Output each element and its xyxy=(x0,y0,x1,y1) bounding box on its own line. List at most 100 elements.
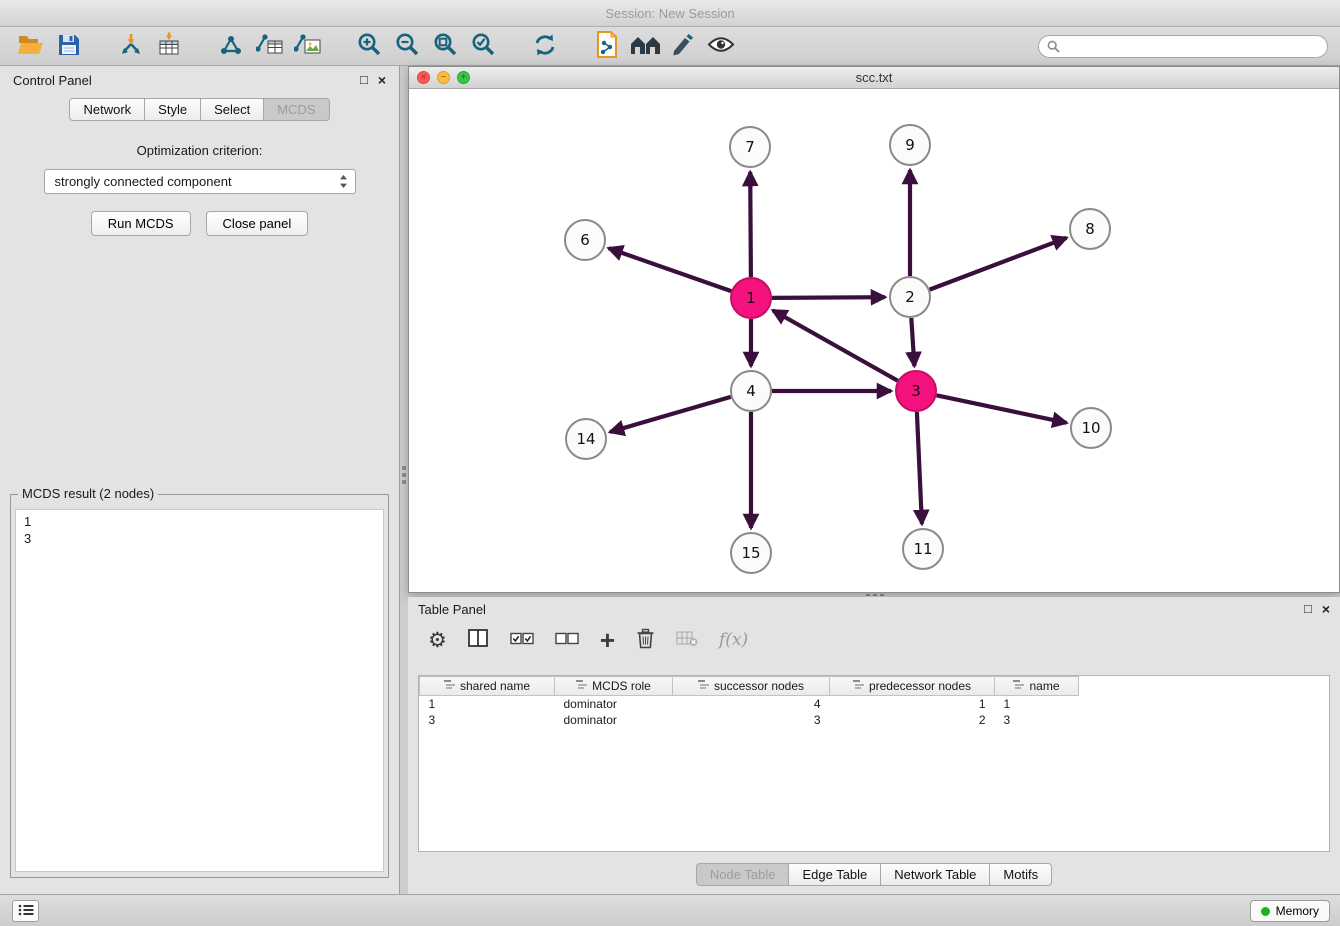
share-network-button[interactable] xyxy=(212,30,250,62)
annotations-button[interactable] xyxy=(664,30,702,62)
open-file-button[interactable] xyxy=(12,30,50,62)
zoom-out-icon xyxy=(395,32,420,60)
graph-edge-1-6[interactable] xyxy=(609,248,732,291)
column-header-shared-name[interactable]: shared name xyxy=(420,677,555,696)
splitter-handle-icon xyxy=(866,594,870,596)
apply-layout-button[interactable] xyxy=(626,30,664,62)
unselect-all-columns-button[interactable] xyxy=(555,632,579,648)
tab-mcds[interactable]: MCDS xyxy=(263,98,329,121)
result-item[interactable]: 1 xyxy=(24,513,375,530)
graph-node-7[interactable]: 7 xyxy=(730,127,770,167)
import-table-button[interactable] xyxy=(150,30,188,62)
import-network-button[interactable] xyxy=(112,30,150,62)
table-cell[interactable]: 1 xyxy=(995,696,1079,712)
panel-list-button[interactable] xyxy=(12,900,39,922)
zoom-selected-button[interactable] xyxy=(464,30,502,62)
optimization-criterion-select[interactable]: strongly connected component xyxy=(44,169,356,194)
maximize-window-icon[interactable]: + xyxy=(457,71,470,84)
svg-text:6: 6 xyxy=(580,231,590,249)
graph-node-4[interactable]: 4 xyxy=(731,371,771,411)
svg-text:2: 2 xyxy=(905,288,915,306)
chevron-up-down-icon xyxy=(339,174,348,189)
run-mcds-button[interactable]: Run MCDS xyxy=(91,211,191,236)
close-window-icon[interactable]: × xyxy=(417,71,430,84)
graph-edge-1-7[interactable] xyxy=(750,172,751,277)
refresh-layout-button[interactable] xyxy=(526,30,564,62)
control-panel-close-button[interactable]: × xyxy=(378,73,386,87)
tab-select[interactable]: Select xyxy=(200,98,264,121)
graph-node-2[interactable]: 2 xyxy=(890,277,930,317)
eye-icon xyxy=(707,35,735,57)
zoom-in-button[interactable] xyxy=(350,30,388,62)
control-panel-float-button[interactable]: □ xyxy=(360,73,368,87)
table-cell[interactable]: 2 xyxy=(830,712,995,728)
table-cell[interactable]: 3 xyxy=(673,712,830,728)
table-row[interactable]: 1dominator411 xyxy=(420,696,1079,712)
column-header-predecessor-nodes[interactable]: predecessor nodes xyxy=(830,677,995,696)
network-window-titlebar[interactable]: × − + scc.txt xyxy=(409,67,1339,89)
table-cell[interactable]: dominator xyxy=(555,696,673,712)
minimize-window-icon[interactable]: − xyxy=(437,71,450,84)
search-input[interactable] xyxy=(1038,35,1328,58)
graph-node-8[interactable]: 8 xyxy=(1070,209,1110,249)
network-view-window: × − + scc.txt 7 9 6 8 1 2 4 3 14 10 15 11 xyxy=(408,66,1340,593)
graph-edge-4-14[interactable] xyxy=(610,397,731,432)
mcds-result-list[interactable]: 13 xyxy=(15,509,384,872)
table-panel-close-button[interactable]: × xyxy=(1322,602,1330,616)
function-builder-button[interactable]: f(x) xyxy=(719,630,748,650)
table-row[interactable]: 3dominator323 xyxy=(420,712,1079,728)
table-cell[interactable]: 3 xyxy=(995,712,1079,728)
graph-node-6[interactable]: 6 xyxy=(565,220,605,260)
network-image-icon xyxy=(294,33,321,60)
column-header-name[interactable]: name xyxy=(995,677,1079,696)
graph-edge-2-3[interactable] xyxy=(911,318,914,366)
export-table-button[interactable] xyxy=(250,30,288,62)
tab-node-table[interactable]: Node Table xyxy=(696,863,790,886)
graph-edge-3-10[interactable] xyxy=(937,395,1067,423)
tab-style[interactable]: Style xyxy=(144,98,201,121)
add-column-button[interactable]: + xyxy=(600,629,615,651)
table-cell[interactable]: dominator xyxy=(555,712,673,728)
export-image-button[interactable] xyxy=(288,30,326,62)
result-item[interactable]: 3 xyxy=(24,530,375,547)
table-cell[interactable]: 1 xyxy=(420,696,555,712)
graph-node-3[interactable]: 3 xyxy=(896,371,936,411)
graph-node-15[interactable]: 15 xyxy=(731,533,771,573)
show-graphics-details-button[interactable] xyxy=(702,30,740,62)
graph-edge-3-11[interactable] xyxy=(917,412,922,524)
tab-network[interactable]: Network xyxy=(69,98,145,121)
graph-node-1[interactable]: 1 xyxy=(731,278,771,318)
table-cell[interactable]: 3 xyxy=(420,712,555,728)
table-panel-float-button[interactable]: □ xyxy=(1304,602,1312,616)
table-cell[interactable]: 1 xyxy=(830,696,995,712)
save-session-button[interactable] xyxy=(50,30,88,62)
svg-text:14: 14 xyxy=(576,430,595,448)
column-header-successor-nodes[interactable]: successor nodes xyxy=(673,677,830,696)
tab-edge-table[interactable]: Edge Table xyxy=(788,863,881,886)
zoom-out-button[interactable] xyxy=(388,30,426,62)
tab-network-table[interactable]: Network Table xyxy=(880,863,990,886)
zoom-fit-button[interactable] xyxy=(426,30,464,62)
delete-column-button[interactable] xyxy=(636,628,655,652)
graph-edge-1-2[interactable] xyxy=(772,297,885,298)
tab-motifs[interactable]: Motifs xyxy=(989,863,1052,886)
graph-node-11[interactable]: 11 xyxy=(903,529,943,569)
table-cell[interactable]: 4 xyxy=(673,696,830,712)
select-all-columns-button[interactable] xyxy=(510,632,534,648)
network-graph[interactable]: 7 9 6 8 1 2 4 3 14 10 15 11 xyxy=(409,89,1339,592)
split-columns-button[interactable] xyxy=(468,629,489,651)
graph-edge-3-1[interactable] xyxy=(773,310,898,380)
delete-table-button[interactable] xyxy=(676,630,698,650)
sort-icon xyxy=(853,679,864,693)
first-neighbors-button[interactable] xyxy=(588,30,626,62)
vertical-splitter[interactable] xyxy=(400,66,408,894)
memory-button[interactable]: Memory xyxy=(1250,900,1330,922)
table-settings-button[interactable]: ⚙ xyxy=(428,630,447,651)
splitter-handle-icon xyxy=(402,466,406,470)
column-header-MCDS-role[interactable]: MCDS role xyxy=(555,677,673,696)
graph-edge-2-8[interactable] xyxy=(930,238,1067,290)
graph-node-10[interactable]: 10 xyxy=(1071,408,1111,448)
graph-node-9[interactable]: 9 xyxy=(890,125,930,165)
graph-node-14[interactable]: 14 xyxy=(566,419,606,459)
close-panel-button[interactable]: Close panel xyxy=(206,211,309,236)
